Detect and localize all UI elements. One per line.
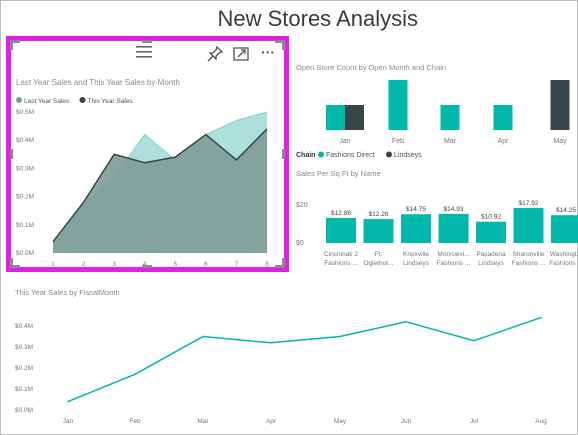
x-tick-label: 1	[51, 261, 55, 267]
y-tick-label: $0.5M	[16, 109, 34, 116]
y-tick-label: $0.3M	[16, 165, 34, 172]
chart-title: Last Year Sales and This Year Sales by M…	[16, 78, 180, 87]
x-tick-label: 4	[143, 261, 147, 267]
x-tick-label: 2	[82, 261, 86, 267]
x-tick-label: 5	[173, 261, 177, 267]
legend-marker	[79, 97, 86, 103]
sales-area-chart[interactable]: Last Year Sales and This Year Sales by M…	[11, 41, 284, 267]
legend-marker	[16, 97, 22, 103]
x-tick-label: 8	[265, 261, 269, 267]
x-tick-label: 7	[235, 261, 239, 267]
focused-visual-tile[interactable]: ··· Last Year Sales and This Year Sales …	[6, 36, 289, 272]
y-tick-label: $0.1M	[16, 222, 34, 229]
y-tick-label: $0.2M	[16, 194, 34, 201]
x-tick-label: 3	[112, 261, 116, 267]
legend-label: This Year Sales	[88, 98, 134, 105]
y-tick-label: $0.4M	[16, 137, 34, 144]
y-tick-label: $0.0M	[16, 250, 34, 257]
page-title: New Stores Analysis	[217, 6, 418, 31]
legend-label: Last Year Sales	[24, 98, 70, 105]
x-tick-label: 6	[204, 261, 208, 267]
